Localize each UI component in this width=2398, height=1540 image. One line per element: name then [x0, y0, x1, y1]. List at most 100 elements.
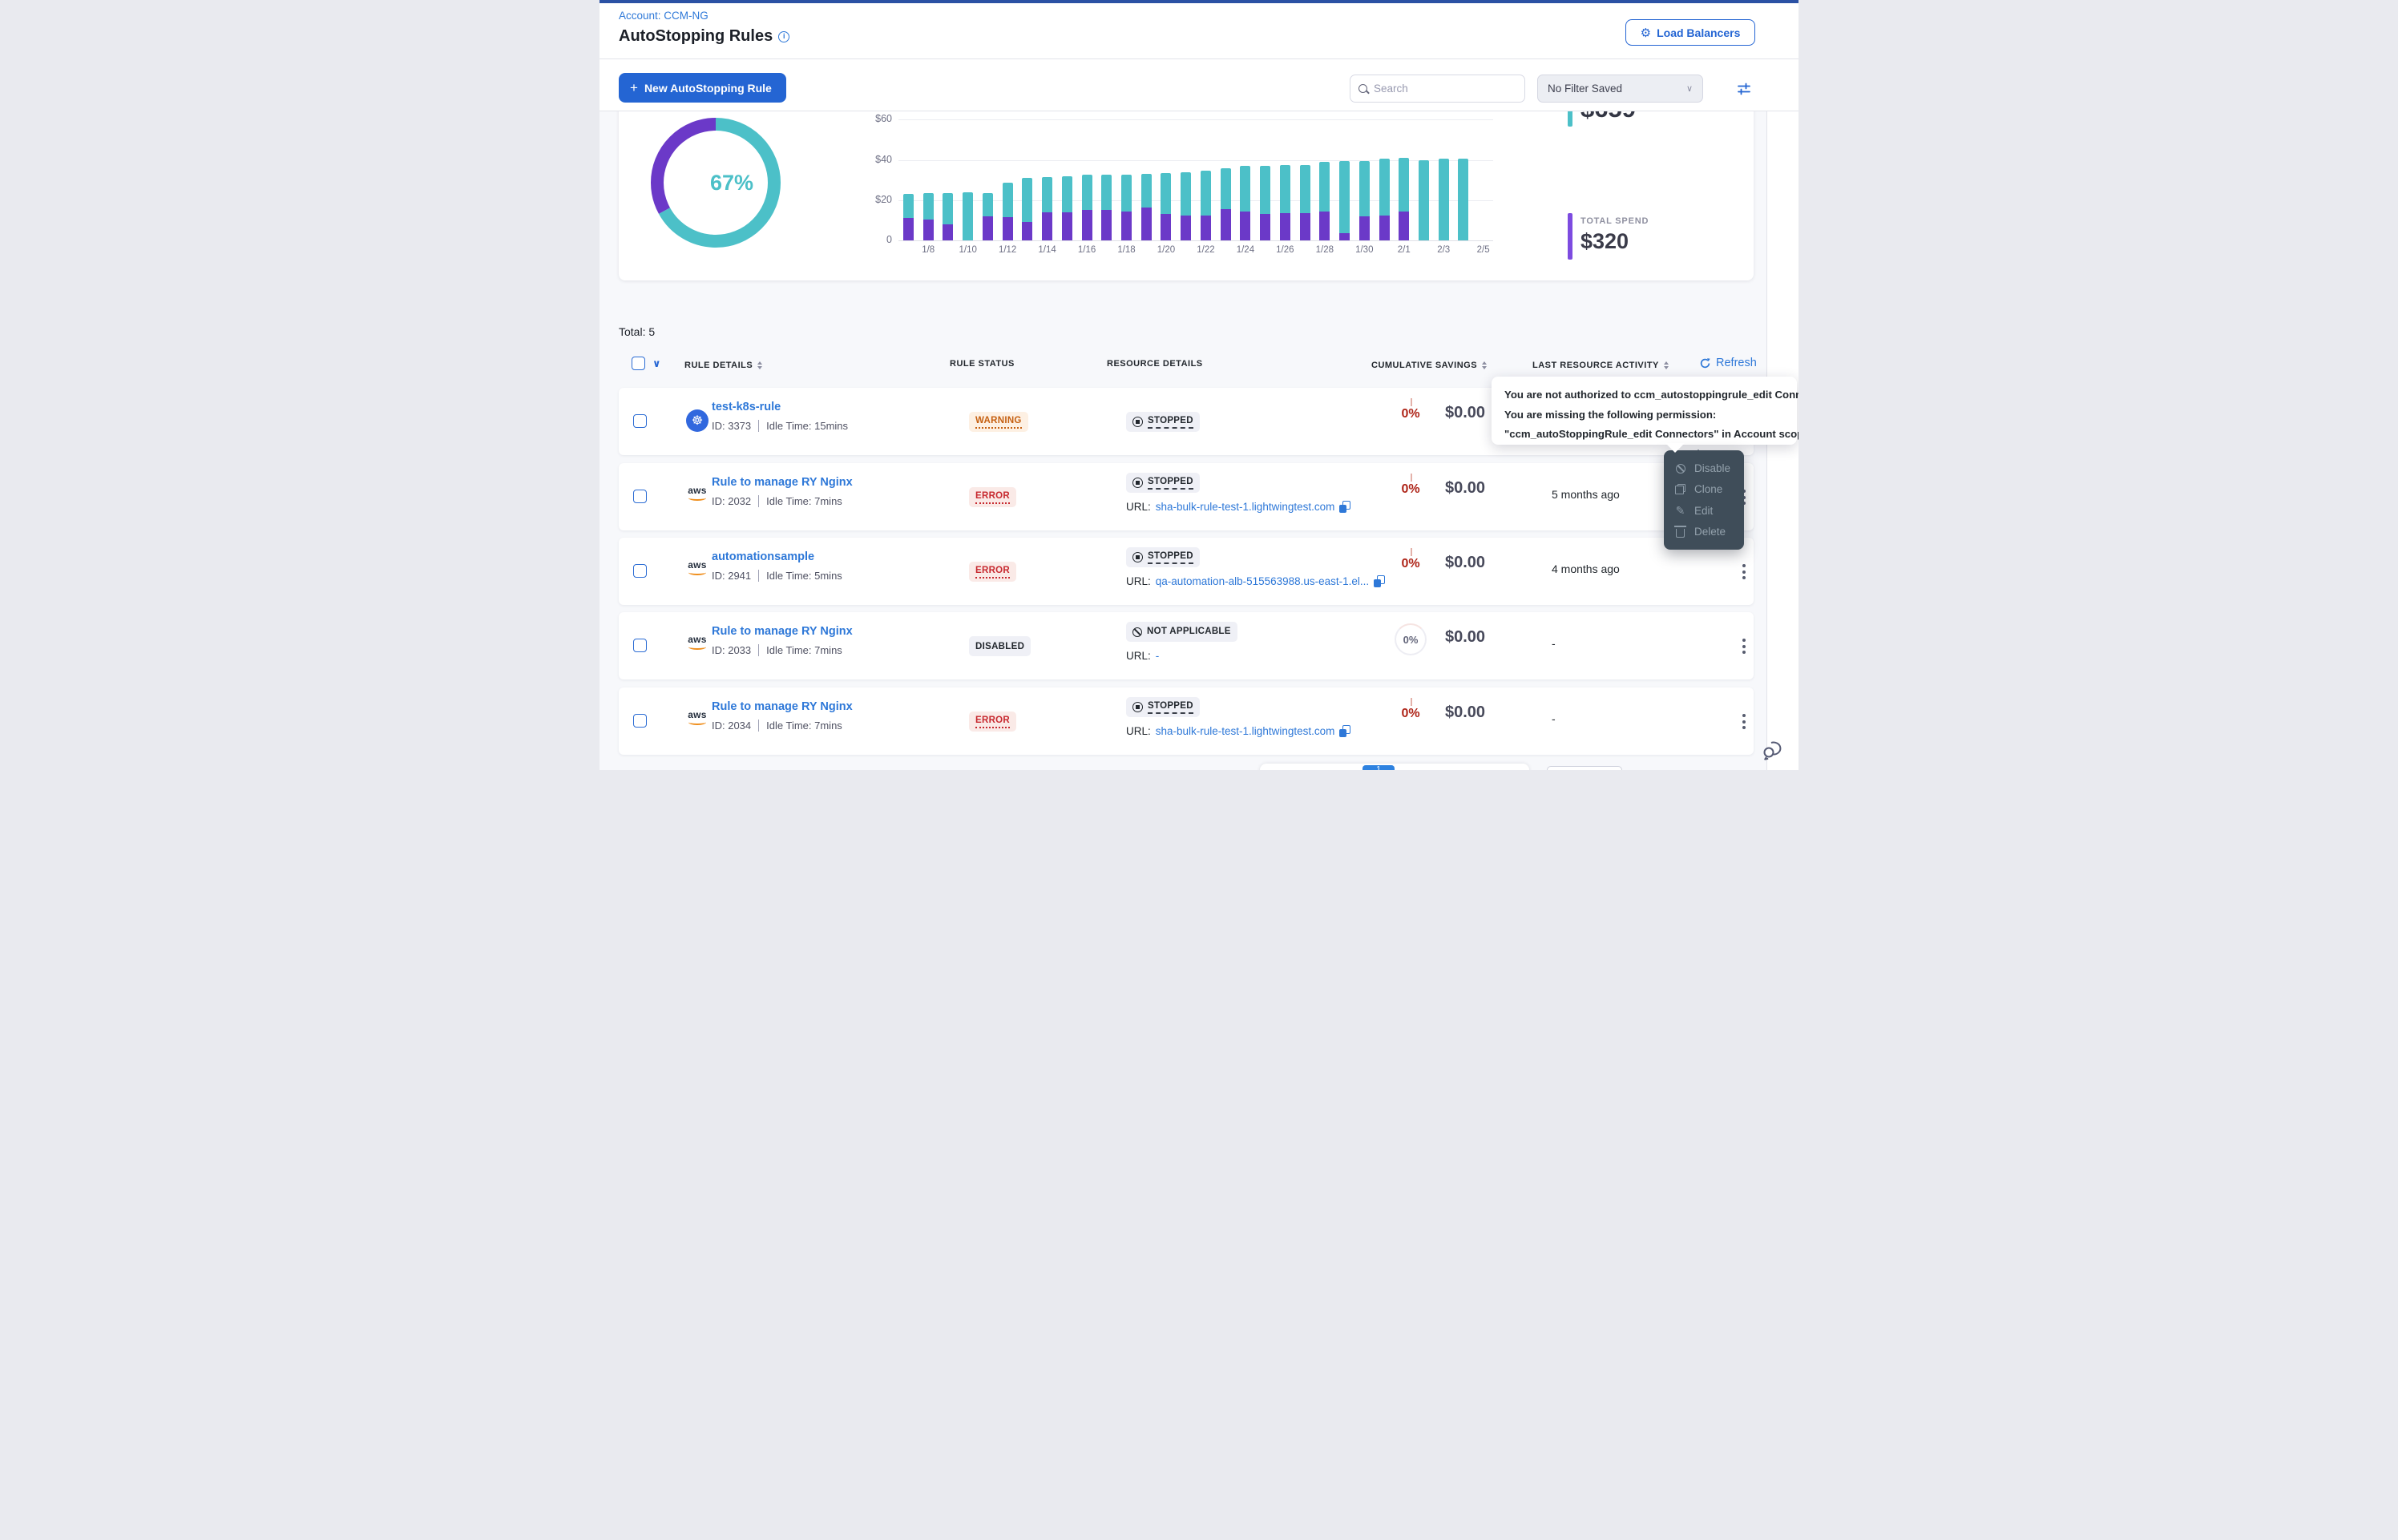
rule-name-link[interactable]: Rule to manage RY Nginx	[712, 625, 853, 638]
aws-icon: aws	[686, 635, 708, 650]
chart-bar	[943, 193, 953, 240]
row-checkbox[interactable]	[633, 490, 647, 503]
saved-filter-dropdown[interactable]: No Filter Saved ∨	[1537, 75, 1703, 103]
row-checkbox[interactable]	[633, 714, 647, 728]
load-balancers-button[interactable]: ⚙ Load Balancers	[1625, 19, 1755, 46]
copy-icon[interactable]	[1374, 575, 1385, 587]
rule-meta: ID: 3373 Idle Time: 15mins	[712, 420, 848, 432]
x-tick-label: 1/30	[1346, 245, 1382, 255]
column-resource-details: RESOURCE DETAILS	[1107, 359, 1203, 369]
resource-url-link[interactable]: sha-bulk-rule-test-1.lightwingtest.com	[1156, 501, 1335, 513]
provider-icon-wrap: ☸ aws	[686, 559, 710, 583]
resource-state-badge[interactable]: STOPPED	[1126, 697, 1200, 717]
rule-id: ID: 2032	[712, 495, 751, 507]
rule-status-badge[interactable]: ERROR	[969, 487, 1016, 507]
rule-status-badge[interactable]: WARNING	[969, 412, 1028, 432]
savings-percent-tick	[1411, 548, 1412, 556]
row-options-kebab-icon[interactable]	[1739, 561, 1749, 583]
row-options-kebab-icon[interactable]	[1739, 711, 1749, 732]
column-rule-details[interactable]: RULE DETAILS	[684, 359, 762, 372]
chat-bubbles-icon[interactable]	[1760, 736, 1787, 763]
chart-bar	[1003, 183, 1013, 240]
x-tick-label: 1/8	[910, 245, 946, 255]
filter-panel-icon[interactable]	[1737, 82, 1751, 96]
rule-name-link[interactable]: automationsample	[712, 550, 814, 563]
search-box	[1350, 75, 1525, 103]
top-nav-bar	[600, 0, 1798, 3]
rule-idle-time: Idle Time: 5mins	[766, 570, 842, 582]
column-rule-status: RULE STATUS	[950, 359, 1015, 369]
sort-icon[interactable]	[1482, 359, 1487, 372]
rule-name-link[interactable]: Rule to manage RY Nginx	[712, 700, 853, 713]
row-checkbox[interactable]	[633, 414, 647, 428]
copy-icon[interactable]	[1339, 725, 1350, 737]
x-tick-label: 1/22	[1188, 245, 1223, 255]
page-size-dropdown[interactable]	[1547, 766, 1622, 770]
x-tick-label: 1/16	[1069, 245, 1104, 255]
chart-bar	[923, 193, 934, 240]
refresh-icon	[1699, 357, 1711, 369]
rule-status-badge[interactable]: ERROR	[969, 562, 1016, 582]
resource-state-badge[interactable]: NOT APPLICABLE	[1126, 622, 1237, 642]
row-checkbox[interactable]	[633, 639, 647, 652]
column-last-resource-activity[interactable]: LAST RESOURCE ACTIVITY	[1532, 359, 1669, 372]
select-menu-chevron-icon[interactable]: ∨	[652, 357, 661, 370]
gear-icon: ⚙	[1641, 26, 1651, 40]
row-options-kebab-icon[interactable]	[1739, 635, 1749, 657]
rule-id: ID: 2034	[712, 720, 751, 732]
chart-bar	[1359, 161, 1370, 240]
chart-bar	[1062, 176, 1072, 240]
provider-icon-wrap: ☸ aws	[686, 409, 710, 433]
row-checkbox[interactable]	[633, 564, 647, 578]
search-icon	[1358, 84, 1367, 93]
pagination-bar: 1	[1260, 764, 1529, 770]
sort-icon[interactable]	[757, 359, 762, 372]
resource-url-link[interactable]: sha-bulk-rule-test-1.lightwingtest.com	[1156, 725, 1335, 737]
kubernetes-icon: ☸	[686, 409, 708, 432]
autostopping-rules-page: 67% 0$20$40$60 1/81/101/121/141/161/181/…	[600, 0, 1798, 770]
pencil-icon: ✎	[1674, 505, 1686, 516]
savings-amount: $0.00	[1445, 554, 1485, 572]
new-autostopping-rule-button[interactable]: + New AutoStopping Rule	[619, 73, 786, 103]
chart-bar	[1300, 165, 1310, 240]
rule-meta: ID: 2034 Idle Time: 7mins	[712, 720, 842, 732]
resource-state-badge[interactable]: STOPPED	[1126, 547, 1200, 567]
donut-percent-label: 67%	[668, 119, 796, 247]
column-cumulative-savings[interactable]: CUMULATIVE SAVINGS	[1371, 359, 1487, 372]
info-icon[interactable]: i	[778, 31, 789, 42]
chart-bar	[1240, 166, 1250, 240]
trash-icon	[1676, 529, 1685, 538]
pagination-current-page[interactable]: 1	[1362, 765, 1395, 770]
menu-item-edit[interactable]: ✎Edit	[1664, 501, 1744, 521]
rule-idle-time: Idle Time: 15mins	[766, 420, 848, 432]
rule-status-badge[interactable]: DISABLED	[969, 636, 1031, 656]
resource-state-badge[interactable]: STOPPED	[1126, 473, 1200, 493]
breadcrumb-account[interactable]: Account: CCM-NG	[619, 10, 708, 22]
copy-icon[interactable]	[1339, 501, 1350, 513]
menu-item-clone[interactable]: Clone	[1664, 479, 1744, 499]
table-row: ☸ aws Rule to manage RY Nginx ID: 2033 I…	[619, 612, 1754, 679]
rule-name-link[interactable]: test-k8s-rule	[712, 401, 781, 413]
select-all-checkbox[interactable]	[632, 357, 645, 370]
refresh-button[interactable]: Refresh	[1699, 357, 1757, 369]
tooltip-arrow	[1665, 443, 1685, 462]
x-tick-label: 2/1	[1387, 245, 1422, 255]
chart-bar	[1419, 160, 1429, 240]
savings-amount: $0.00	[1445, 404, 1485, 422]
chart-bar	[1082, 175, 1092, 240]
chart-bar	[1319, 162, 1330, 240]
menu-item-delete[interactable]: Delete	[1664, 522, 1744, 542]
rule-status-badge[interactable]: ERROR	[969, 712, 1016, 732]
last-activity: 4 months ago	[1552, 562, 1620, 575]
search-input[interactable]	[1374, 83, 1502, 95]
sort-icon[interactable]	[1664, 359, 1669, 372]
last-activity: -	[1552, 712, 1556, 725]
resource-url-link[interactable]: qa-automation-alb-515563988.us-east-1.el…	[1156, 575, 1369, 587]
rule-name-link[interactable]: Rule to manage RY Nginx	[712, 476, 853, 489]
chart-bar	[963, 192, 973, 240]
resource-url-link[interactable]: -	[1156, 650, 1160, 662]
chart-bar	[1221, 168, 1231, 240]
chart-bar	[1379, 159, 1390, 240]
resource-state-badge[interactable]: STOPPED	[1126, 412, 1200, 432]
rule-id: ID: 2941	[712, 570, 751, 582]
